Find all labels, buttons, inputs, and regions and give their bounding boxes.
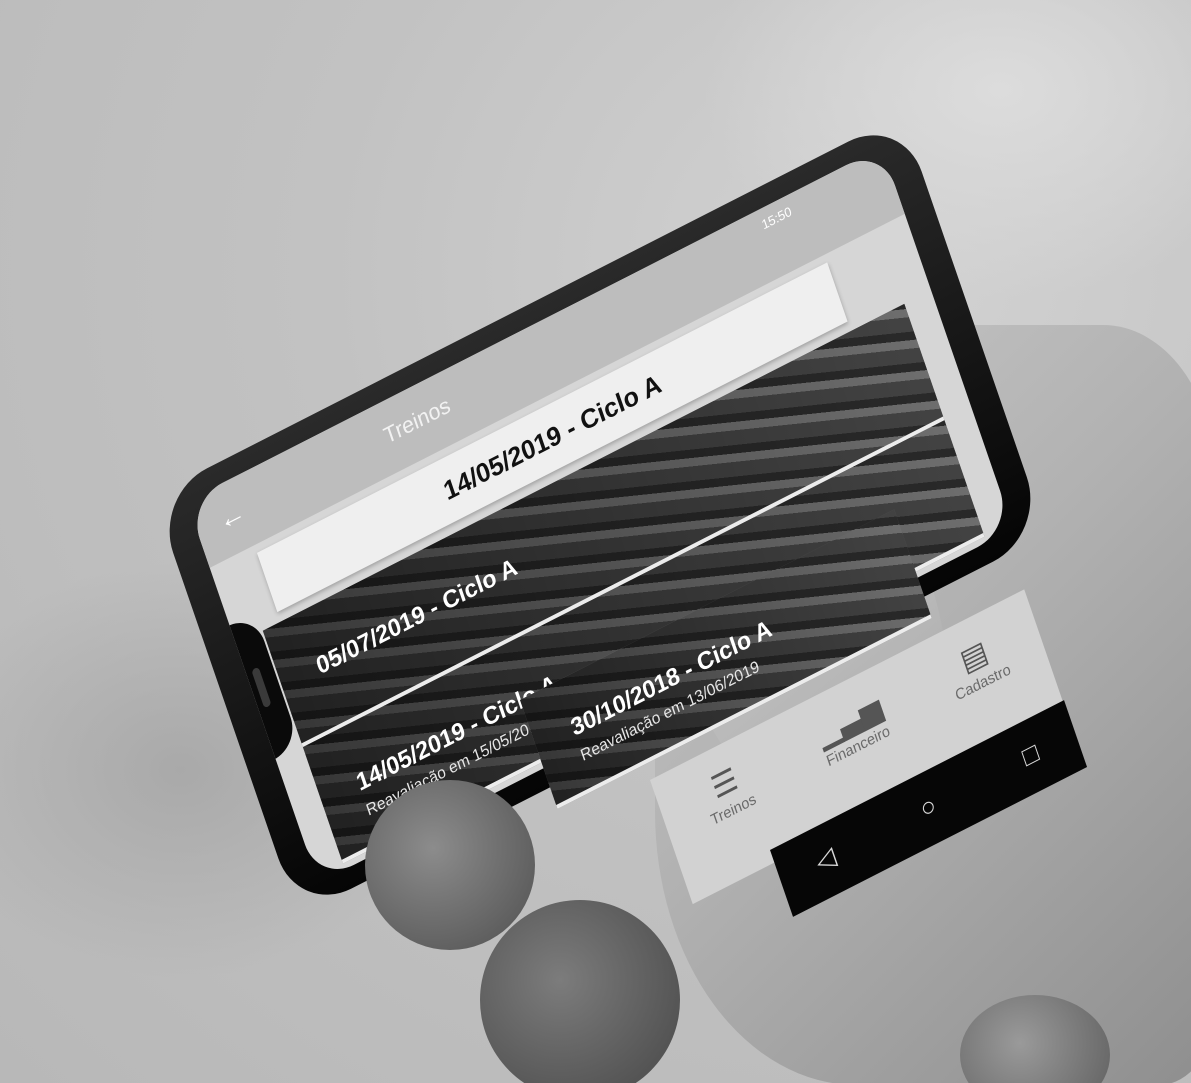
photo-background: ← Treinos 15:50 14/05/2019 - Ciclo A 05/…	[0, 0, 1191, 1083]
hand-finger	[480, 900, 680, 1083]
system-back-button[interactable]: ◁	[803, 835, 850, 886]
hand-finger	[365, 780, 535, 950]
back-arrow-icon[interactable]: ←	[214, 495, 249, 538]
status-time: 15:50	[759, 203, 794, 233]
system-recent-button[interactable]: □	[1008, 731, 1055, 782]
app-bar-title: Treinos	[380, 391, 454, 449]
system-home-button[interactable]: ○	[905, 783, 952, 834]
